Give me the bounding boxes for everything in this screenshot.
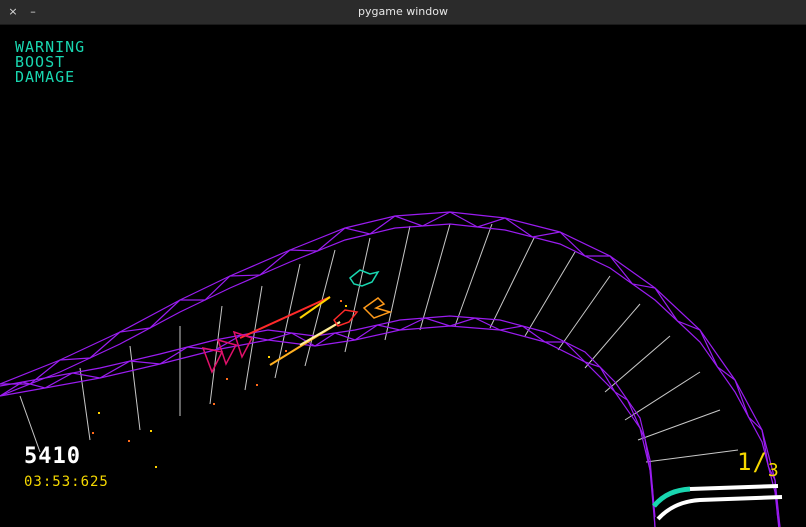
track-rung xyxy=(604,335,671,393)
track-rung xyxy=(645,449,739,463)
track-rung xyxy=(557,275,611,351)
track-rung xyxy=(304,249,336,367)
track-rung xyxy=(489,235,536,329)
lap-counter: 1/3 xyxy=(737,448,779,481)
track-rung xyxy=(79,367,91,441)
track-outer-edge xyxy=(0,223,780,527)
yellow-trail xyxy=(299,296,331,319)
track-outer-edge-truss xyxy=(0,211,781,527)
status-damage: DAMAGE xyxy=(15,68,76,86)
lap-total: 3 xyxy=(767,460,779,481)
race-scene xyxy=(0,211,783,527)
track-rungs xyxy=(19,223,739,463)
rival-ship-orange xyxy=(362,297,393,319)
track-edges xyxy=(0,211,781,527)
track-inner-edge xyxy=(0,325,656,527)
rival-ship-teal xyxy=(348,269,380,287)
track-rung xyxy=(524,251,576,337)
track-rung xyxy=(344,237,371,353)
track-inner-edge-truss xyxy=(0,317,656,527)
track-rung xyxy=(419,223,451,331)
track-outer-edge xyxy=(0,211,781,527)
race-timer: 03:53:625 xyxy=(24,474,109,490)
speed-trails xyxy=(239,296,341,366)
score-counter: 5410 xyxy=(24,444,81,469)
track-rung xyxy=(584,303,641,369)
lap-separator: / xyxy=(752,448,767,476)
speed-meter xyxy=(652,484,783,521)
track-rung xyxy=(637,409,721,441)
status-messages: WARNING BOOST DAMAGE xyxy=(15,40,85,85)
lap-current: 1 xyxy=(737,448,752,476)
track-rung xyxy=(454,223,493,327)
